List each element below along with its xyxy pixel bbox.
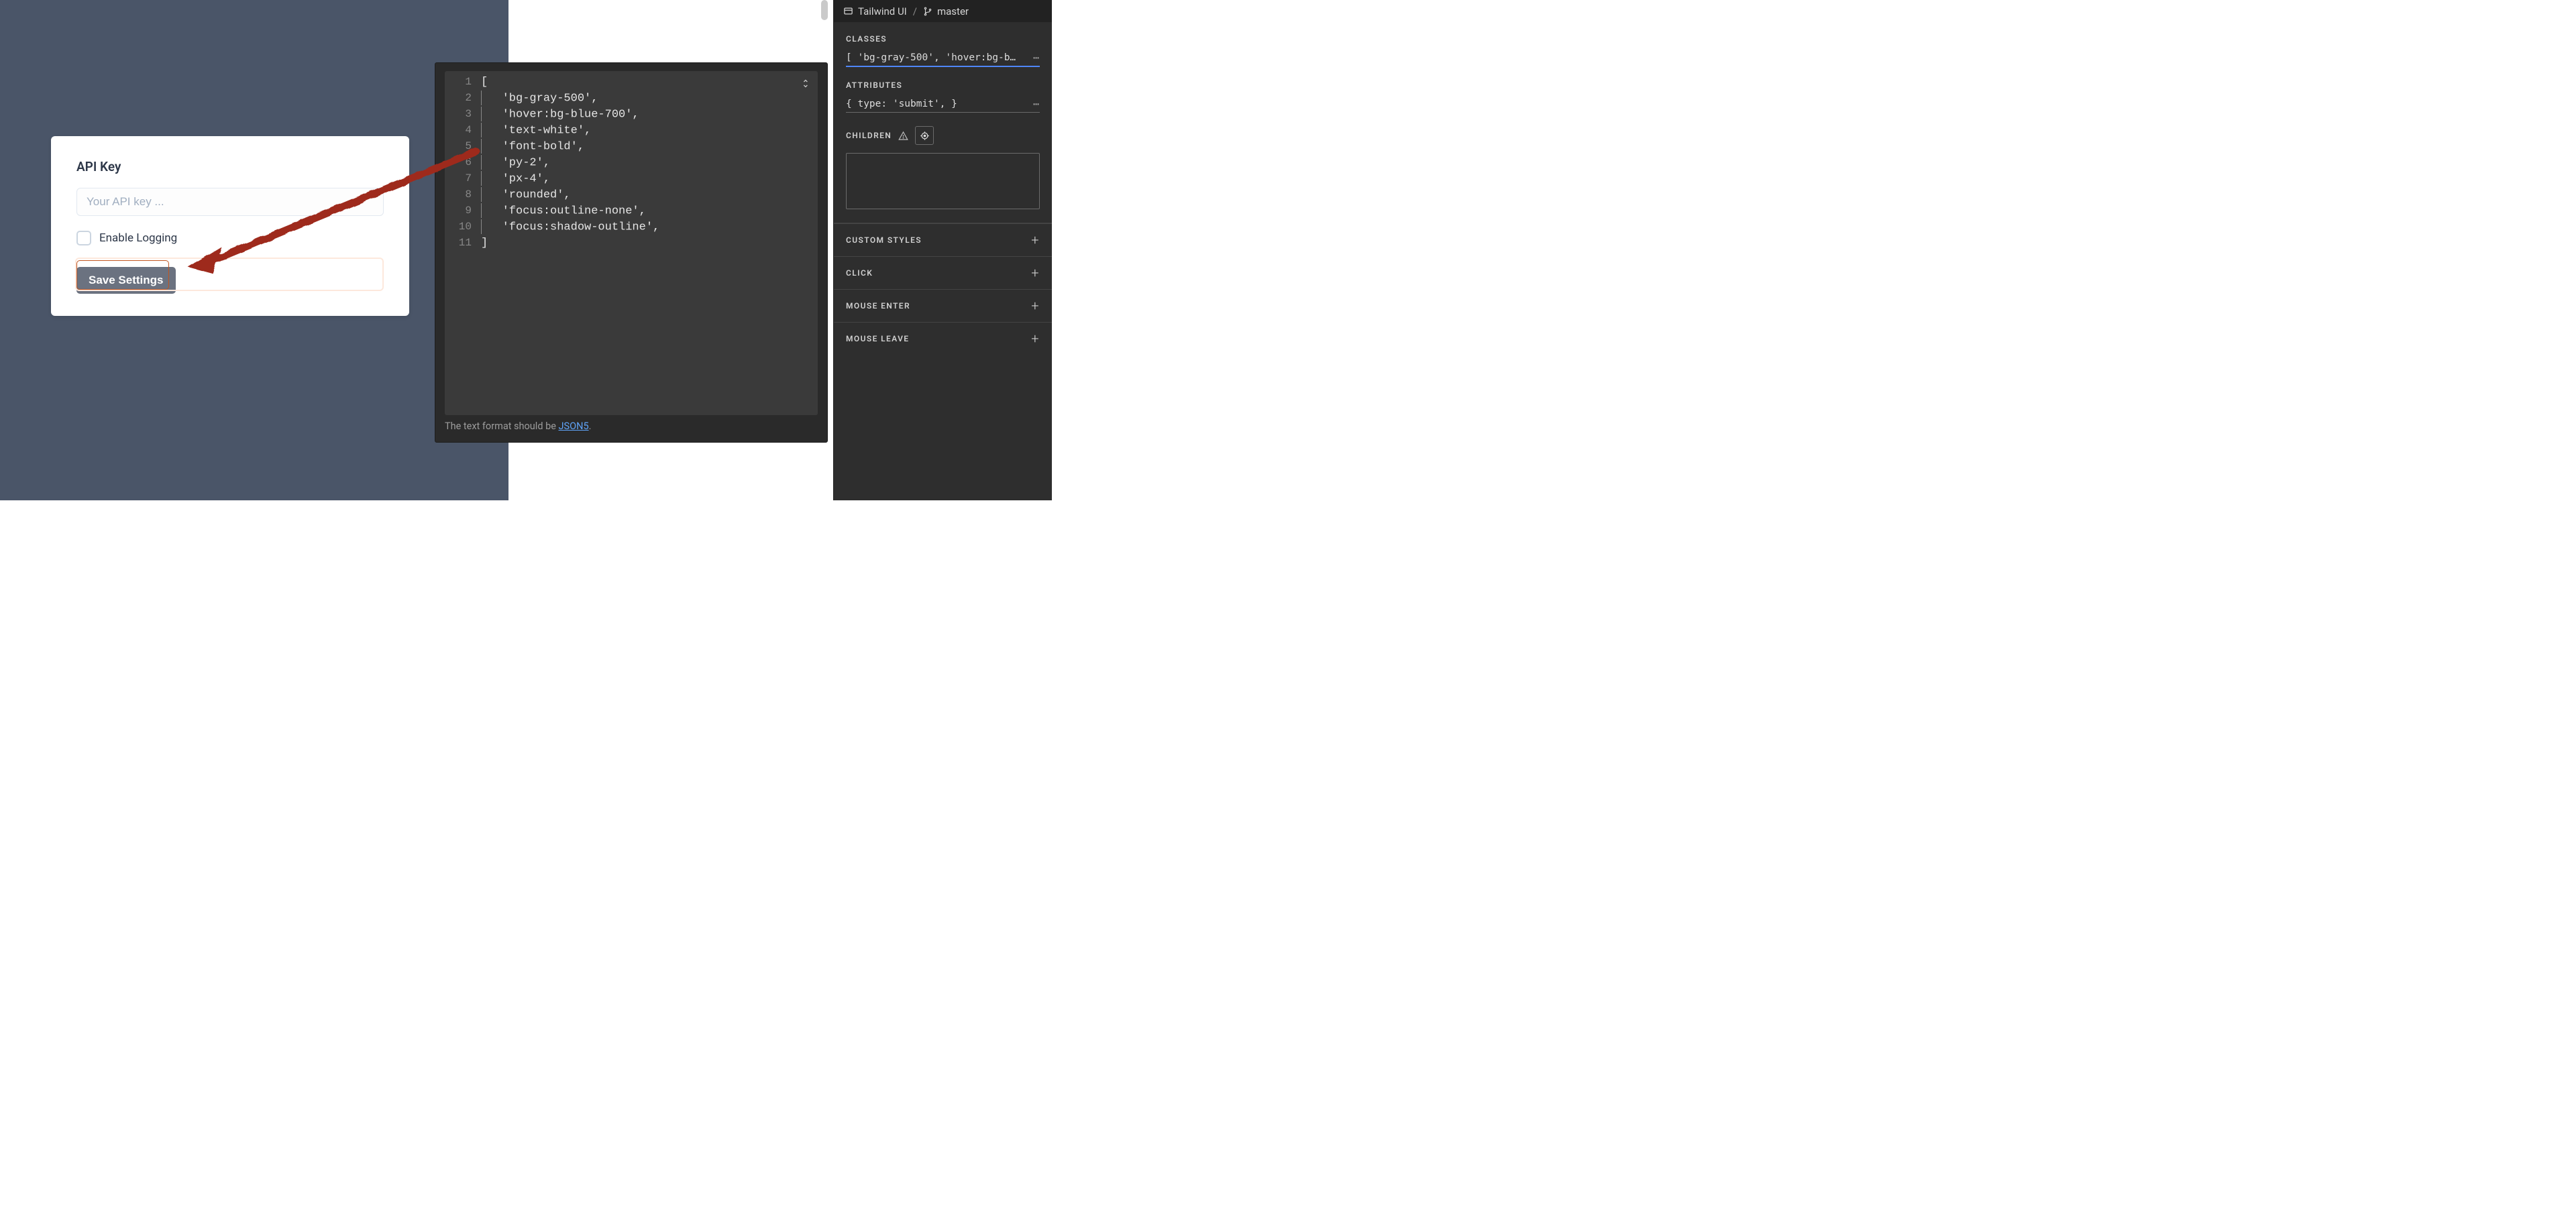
code-line[interactable]: 8 'rounded', xyxy=(445,186,818,203)
line-number: 5 xyxy=(445,140,481,152)
code-line[interactable]: 10 'focus:shadow-outline', xyxy=(445,219,818,235)
expander-row[interactable]: MOUSE ENTER + xyxy=(834,289,1052,322)
code-text: 'text-white', xyxy=(481,123,591,137)
expander-label: CUSTOM STYLES xyxy=(846,235,922,245)
api-key-input[interactable] xyxy=(76,188,384,216)
editor-footer: The text format should be JSON5. xyxy=(445,421,818,435)
line-number: 2 xyxy=(445,92,481,104)
scrollbar-thumb[interactable] xyxy=(821,0,828,20)
code-line[interactable]: 7 'px-4', xyxy=(445,170,818,186)
enable-logging-label: Enable Logging xyxy=(99,231,177,245)
code-line[interactable]: 3 'hover:bg-blue-700', xyxy=(445,106,818,122)
more-icon[interactable]: ⋯ xyxy=(1033,52,1040,64)
line-number: 3 xyxy=(445,108,481,120)
attributes-label: ATTRIBUTES xyxy=(846,80,1040,90)
line-number: 10 xyxy=(445,221,481,233)
project-icon xyxy=(843,6,853,16)
line-number: 9 xyxy=(445,205,481,217)
branch-icon xyxy=(923,7,932,16)
expander-row[interactable]: CLICK + xyxy=(834,256,1052,289)
properties-panel: Tailwind UI / master CLASSES [ 'bg-gray-… xyxy=(833,0,1052,500)
classes-section: CLASSES [ 'bg-gray-500', 'hover:bg-b… ⋯ xyxy=(834,22,1052,68)
attributes-input[interactable]: { type: 'submit', } ⋯ xyxy=(846,98,1040,113)
more-icon[interactable]: ⋯ xyxy=(1033,98,1040,110)
code-line[interactable]: 6 'py-2', xyxy=(445,154,818,170)
code-editor-panel: 1[2 'bg-gray-500',3 'hover:bg-blue-700',… xyxy=(435,62,828,443)
code-text: 'hover:bg-blue-700', xyxy=(481,107,639,121)
plus-icon[interactable]: + xyxy=(1031,331,1040,347)
attributes-section: ATTRIBUTES { type: 'submit', } ⋯ xyxy=(834,68,1052,114)
swap-icon[interactable] xyxy=(798,75,814,91)
line-number: 4 xyxy=(445,124,481,136)
json5-link[interactable]: JSON5 xyxy=(559,421,589,432)
expander-row[interactable]: CUSTOM STYLES + xyxy=(834,223,1052,256)
breadcrumb-project[interactable]: Tailwind UI xyxy=(858,5,907,17)
enable-logging-checkbox[interactable] xyxy=(76,231,91,245)
target-icon xyxy=(920,131,930,141)
code-text: 'py-2', xyxy=(481,155,550,170)
code-line[interactable]: 2 'bg-gray-500', xyxy=(445,90,818,106)
card-title: API Key xyxy=(76,159,384,174)
settings-card: API Key Enable Logging Save Settings xyxy=(51,136,409,316)
target-button[interactable] xyxy=(915,126,934,145)
plus-icon[interactable]: + xyxy=(1031,232,1040,248)
code-text: 'font-bold', xyxy=(481,139,584,154)
expander-row[interactable]: MOUSE LEAVE + xyxy=(834,322,1052,355)
breadcrumb-separator: / xyxy=(913,5,917,17)
children-dropzone[interactable] xyxy=(846,153,1040,209)
expander-label: MOUSE LEAVE xyxy=(846,334,909,343)
warning-icon xyxy=(898,131,908,141)
code-line[interactable]: 9 'focus:outline-none', xyxy=(445,203,818,219)
expander-label: CLICK xyxy=(846,268,873,278)
line-number: 7 xyxy=(445,172,481,184)
code-line[interactable]: 5 'font-bold', xyxy=(445,138,818,154)
line-number: 8 xyxy=(445,188,481,201)
code-text: 'focus:shadow-outline', xyxy=(481,219,659,234)
classes-label: CLASSES xyxy=(846,34,1040,44)
api-key-field-wrap xyxy=(76,188,384,216)
code-text: 'focus:outline-none', xyxy=(481,203,646,218)
expander-label: MOUSE ENTER xyxy=(846,301,910,311)
code-line[interactable]: 1[ xyxy=(445,74,818,90)
code-editor[interactable]: 1[2 'bg-gray-500',3 'hover:bg-blue-700',… xyxy=(445,71,818,415)
line-number: 1 xyxy=(445,76,481,88)
children-section: CHILDREN xyxy=(834,114,1052,211)
code-text: ] xyxy=(481,237,488,249)
code-line[interactable]: 4 'text-white', xyxy=(445,122,818,138)
editor-footer-text: The text format should be xyxy=(445,421,559,432)
line-number: 11 xyxy=(445,237,481,249)
code-line[interactable]: 11] xyxy=(445,235,818,251)
classes-input[interactable]: [ 'bg-gray-500', 'hover:bg-b… ⋯ xyxy=(846,52,1040,67)
enable-logging-row[interactable]: Enable Logging xyxy=(76,231,384,245)
plus-icon[interactable]: + xyxy=(1031,298,1040,314)
line-number: 6 xyxy=(445,156,481,168)
code-text: 'bg-gray-500', xyxy=(481,91,598,105)
code-text: [ xyxy=(481,76,488,89)
breadcrumb-branch[interactable]: master xyxy=(937,5,969,17)
code-text: 'px-4', xyxy=(481,171,550,186)
code-text: 'rounded', xyxy=(481,187,571,202)
children-label: CHILDREN xyxy=(846,131,892,140)
breadcrumb-bar[interactable]: Tailwind UI / master xyxy=(834,0,1052,22)
save-settings-button[interactable]: Save Settings xyxy=(76,267,176,294)
plus-icon[interactable]: + xyxy=(1031,265,1040,281)
